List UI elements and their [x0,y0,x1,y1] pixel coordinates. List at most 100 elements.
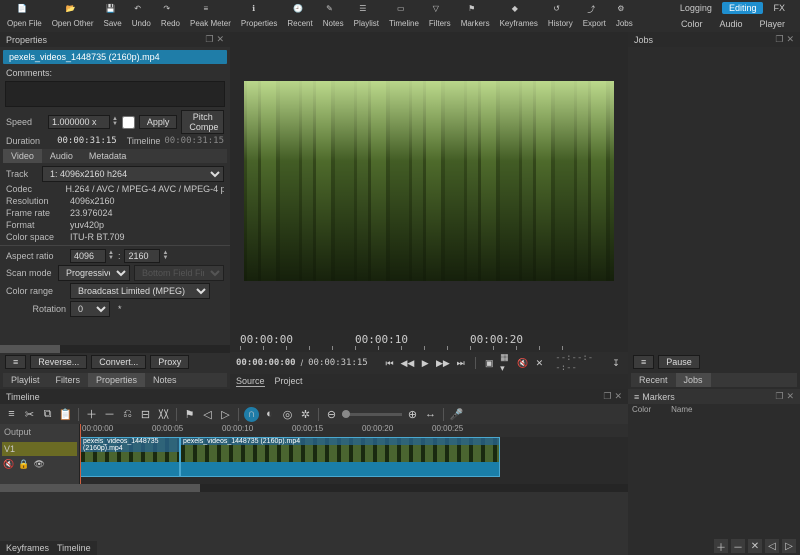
aspect-w-input[interactable] [70,249,106,263]
notes-button[interactable]: ✎Notes [318,3,349,29]
close-icon[interactable]: ✕ [786,34,794,45]
save-button[interactable]: 💾Save [99,3,127,29]
rot-select[interactable]: 0 [70,301,110,317]
undock-icon[interactable]: ❐ [775,391,783,402]
zoom-fit-button[interactable]: ▣ [483,356,495,370]
open-file-button[interactable]: 📄Open File [2,3,47,29]
aspect-h-input[interactable] [124,249,160,263]
tab-color[interactable]: Color [674,18,710,30]
pitch-button[interactable]: Pitch Compe [181,110,224,134]
timeline-button[interactable]: ▭Timeline [384,3,424,29]
tab-video[interactable]: Video [3,149,42,163]
undock-icon[interactable]: ❐ [205,34,213,45]
scan-select[interactable]: Progressive [58,265,130,281]
speed-checkbox[interactable] [122,116,135,129]
marker-button[interactable]: ⚑ [182,407,197,422]
in-point-button[interactable]: ↧ [610,356,622,370]
skip-next-button[interactable]: ⏭ [455,356,467,370]
convert-button[interactable]: Convert... [91,355,146,369]
tab-properties[interactable]: Properties [88,373,145,387]
split-button[interactable]: 〷 [156,407,171,422]
timeline-ruler[interactable]: 00:00:0000:00:0500:00:1000:00:1500:00:20… [80,424,628,437]
append-button[interactable]: ＋ [84,407,99,422]
proxy-button[interactable]: Proxy [150,355,189,369]
ripple-button[interactable]: ◎ [280,407,295,422]
eye-icon[interactable]: 👁 [33,459,44,470]
rewind-button[interactable]: ◀◀ [400,356,414,370]
undock-icon[interactable]: ❐ [775,34,783,45]
playlist-button[interactable]: ☰Playlist [349,3,384,29]
tab-audio[interactable]: Audio [42,149,81,163]
pause-button[interactable]: Pause [658,355,700,369]
mute-button[interactable]: 🔇 [3,459,14,470]
clip-1[interactable]: pexels_videos_1448735 (2160p).mp4 [80,437,180,477]
clip-2[interactable]: pexels_videos_1448735 (2160p).mp4 [180,437,500,477]
markers-col-color[interactable]: Color [632,405,651,414]
lock-icon[interactable]: 🔒 [18,459,29,470]
scrub-button[interactable]: ◐ [262,407,277,422]
keyframes-button[interactable]: ◆Keyframes [495,3,543,29]
apply-button[interactable]: Apply [139,115,178,129]
track-area[interactable]: 00:00:0000:00:0500:00:1000:00:1500:00:20… [80,424,628,484]
fastfwd-button[interactable]: ▶▶ [436,356,450,370]
tab-timeline[interactable]: Timeline [57,543,91,553]
markers-menu-icon[interactable]: ≡ [634,392,639,402]
undo-button[interactable]: ↶Undo [127,3,156,29]
properties-button[interactable]: ℹProperties [236,3,282,29]
recent-button[interactable]: 🕘Recent [282,3,317,29]
snap-button[interactable]: ∩ [244,407,259,422]
tab-metadata[interactable]: Metadata [81,149,135,163]
redo-button[interactable]: ↷Redo [156,3,185,29]
tab-recent[interactable]: Recent [631,373,676,387]
cut-button[interactable]: ✂ [22,407,37,422]
tab-fx[interactable]: FX [766,2,792,14]
grid-button[interactable]: ▦ ▾ [500,356,512,370]
markers-button[interactable]: ⚑Markers [456,3,495,29]
undock-icon[interactable]: ❐ [603,391,611,402]
export-button[interactable]: ⤴Export [578,3,611,29]
lift-button[interactable]: ⎌ [120,407,135,422]
close-icon[interactable]: ✕ [614,391,622,402]
tab-jobs[interactable]: Jobs [676,373,711,387]
track-select[interactable]: 1: 4096x2160 h264 [42,166,224,182]
marker-add-button[interactable]: ＋ [714,539,728,553]
marker-remove-button[interactable]: － [731,539,745,553]
current-time[interactable]: 00:00:00:00 [236,358,296,368]
crange-select[interactable]: Broadcast Limited (MPEG) [70,283,210,299]
tab-editing[interactable]: Editing [722,2,764,14]
next-marker-button[interactable]: ▷ [218,407,233,422]
playhead[interactable] [80,424,81,484]
paste-button[interactable]: 📋 [58,407,73,422]
filters-button[interactable]: ▽Filters [424,3,456,29]
zoom-out-button[interactable]: ⊖ [324,407,339,422]
close-icon[interactable]: ✕ [216,34,224,45]
props-hscroll[interactable] [0,345,230,353]
jobs-menu-button[interactable]: ≡ [633,355,654,369]
comments-textarea[interactable] [5,81,225,107]
play-button[interactable]: ▶ [419,356,431,370]
marker-next-button[interactable]: ▷ [782,539,796,553]
tab-audio[interactable]: Audio [712,18,749,30]
tl-menu-button[interactable]: ≡ [4,407,19,422]
tab-playlist[interactable]: Playlist [3,373,48,387]
tab-keyframes[interactable]: Keyframes [6,543,49,553]
mute-x-icon[interactable]: ✕ [534,356,546,370]
marker-prev-button[interactable]: ◁ [765,539,779,553]
peak-meter-button[interactable]: ≡Peak Meter [185,3,236,29]
tab-source[interactable]: Source [236,376,265,387]
zoom-fit-button[interactable]: ↔ [423,407,438,422]
viewer-ruler[interactable]: 00:00:0000:00:1000:00:20 [230,330,628,352]
video-preview[interactable] [238,40,620,322]
marker-clear-button[interactable]: ✕ [748,539,762,553]
spinner-arrows[interactable]: ▲▼ [110,117,118,127]
reverse-button[interactable]: Reverse... [30,355,87,369]
timeline-hscroll[interactable] [0,484,628,492]
record-audio-button[interactable]: 🎤 [449,407,464,422]
tab-player[interactable]: Player [752,18,792,30]
copy-button[interactable]: ⧉ [40,407,55,422]
jobs-button[interactable]: ⚙Jobs [611,3,638,29]
open-other-button[interactable]: 📂Open Other [47,3,99,29]
zoom-in-button[interactable]: ⊕ [405,407,420,422]
tab-notes[interactable]: Notes [145,373,185,387]
tab-project[interactable]: Project [275,376,303,387]
